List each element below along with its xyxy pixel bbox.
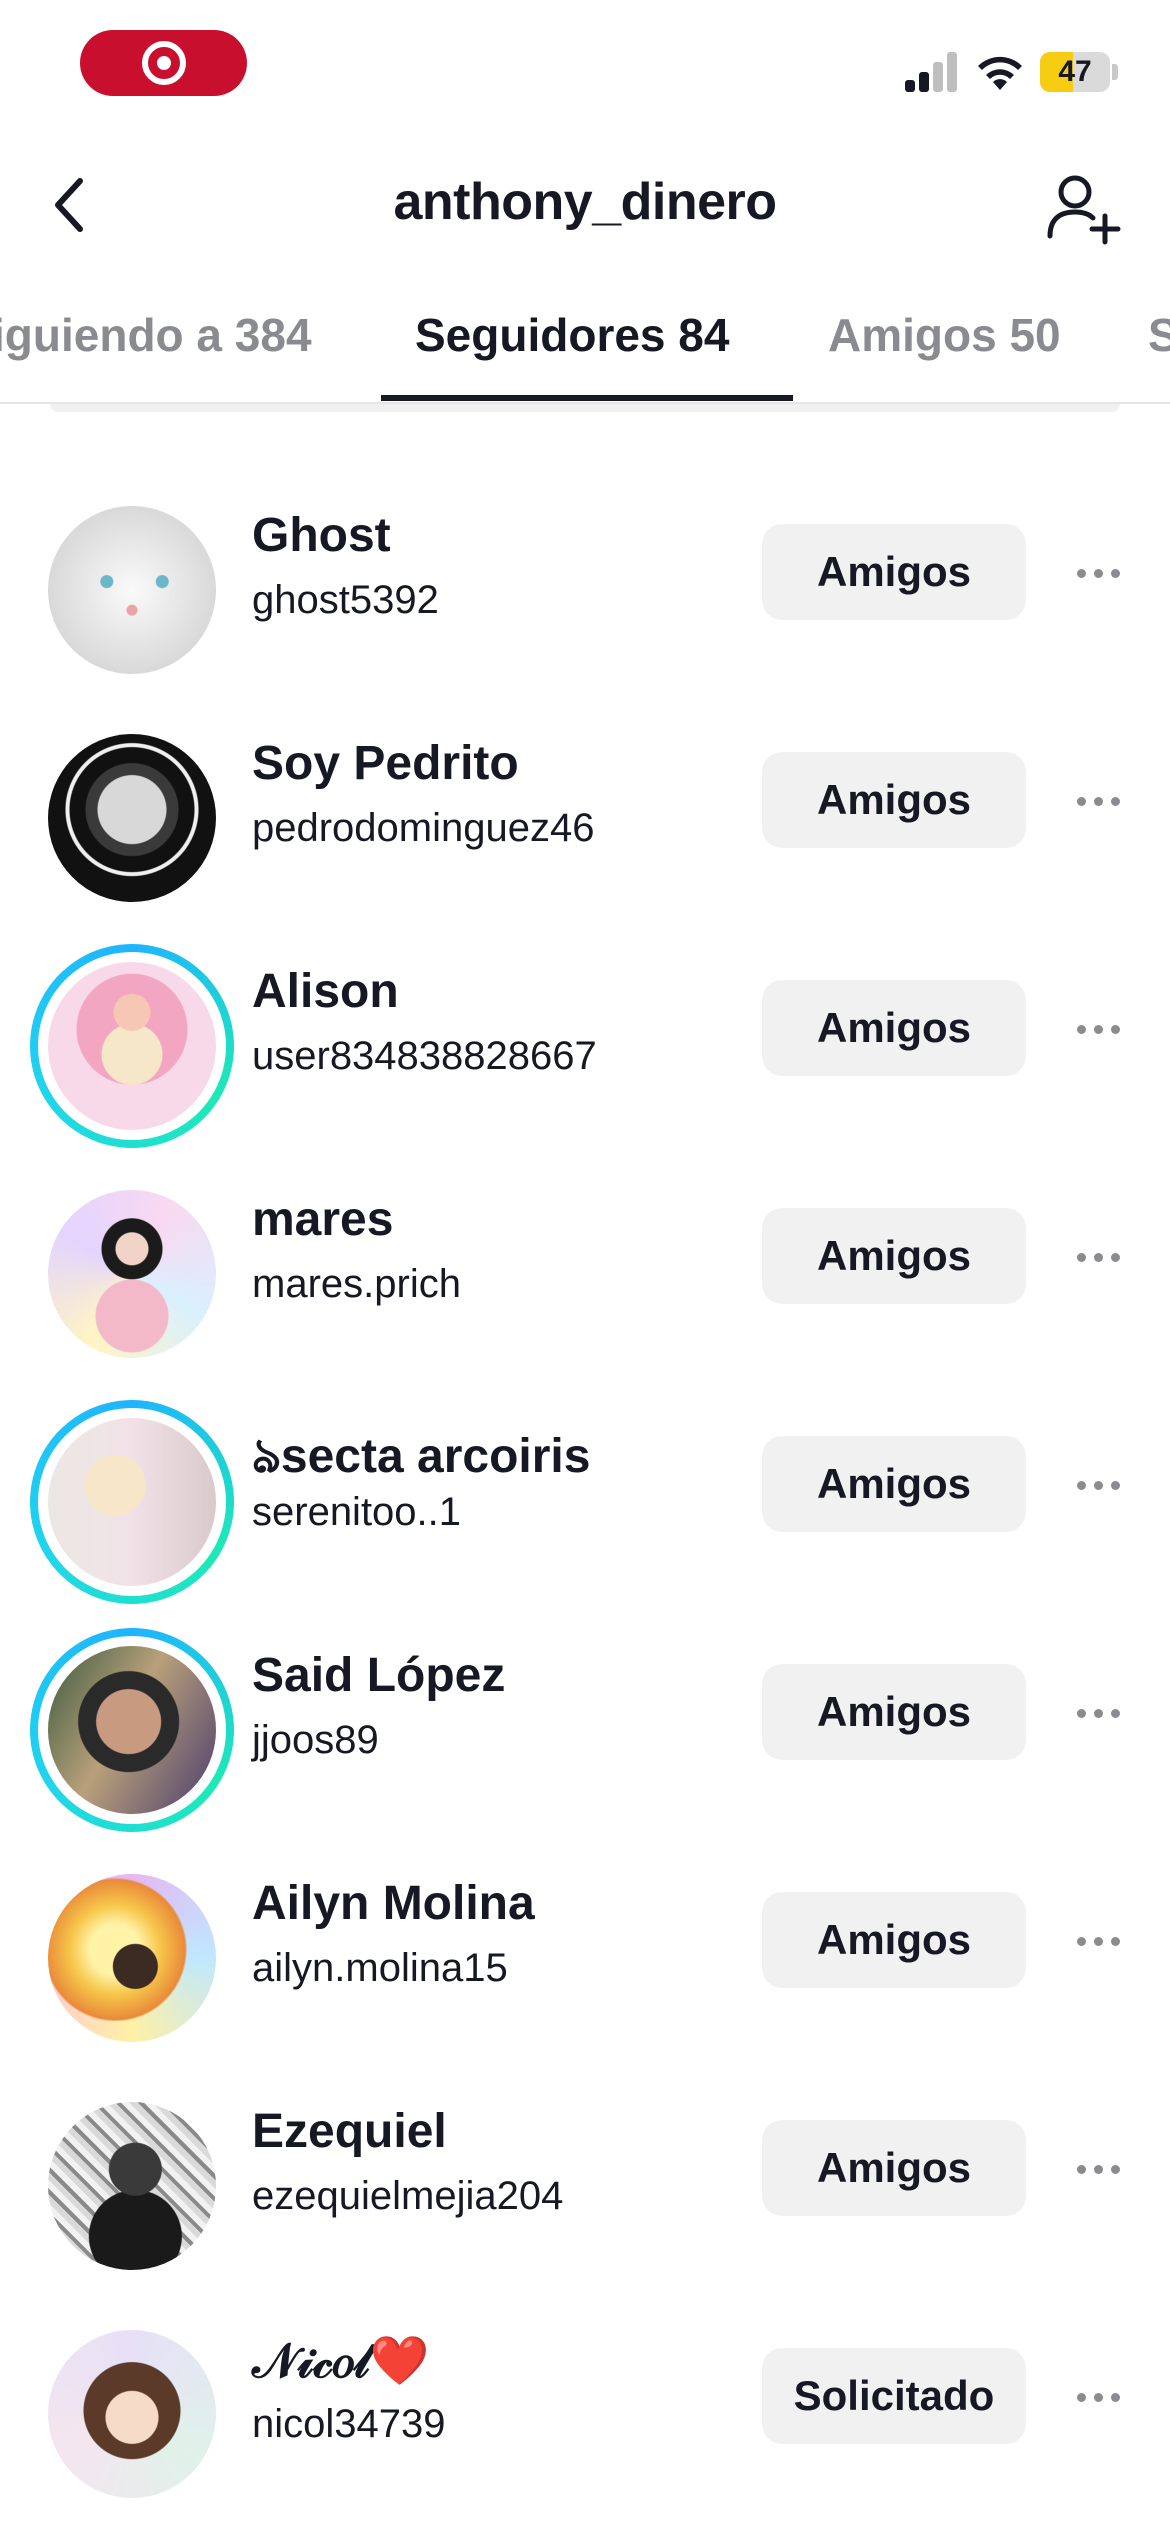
friends-button[interactable]: Amigos	[762, 1208, 1026, 1304]
status-bar: 47	[0, 0, 1170, 130]
list-item[interactable]: mares mares.prich Amigos	[0, 1144, 1170, 1372]
friends-button[interactable]: Amigos	[762, 1436, 1026, 1532]
friends-button[interactable]: Amigos	[762, 524, 1026, 620]
avatar[interactable]	[30, 1856, 234, 2060]
followers-screen: 47 anthony_dinero iguiendo a 384 Seguido…	[0, 0, 1170, 2532]
username: mares.prich	[252, 1262, 461, 1306]
tab-following[interactable]: iguiendo a 384	[0, 308, 312, 362]
display-name: Soy Pedrito	[252, 737, 519, 790]
more-icon	[1076, 2164, 1120, 2174]
list-item[interactable]: ঌsecta arcoiris serenitoo..1 Amigos	[0, 1372, 1170, 1604]
battery-icon: 47	[1040, 52, 1110, 92]
username: user834838828667	[252, 1034, 597, 1078]
more-options-button[interactable]	[1068, 1460, 1128, 1510]
display-name: Ezequiel	[252, 2105, 447, 2158]
username: nicol34739	[252, 2402, 446, 2446]
more-options-button[interactable]	[1068, 1916, 1128, 1966]
add-user-icon	[1047, 175, 1121, 245]
more-options-button[interactable]	[1068, 2144, 1128, 2194]
more-icon	[1076, 1480, 1120, 1490]
battery-tip	[1112, 64, 1118, 80]
list-item[interactable]: Alison user834838828667 Amigos	[0, 916, 1170, 1148]
more-options-button[interactable]	[1068, 548, 1128, 598]
username: pedrodominguez46	[252, 806, 595, 850]
list-item[interactable]: Soy Pedrito pedrodominguez46 Amigos	[0, 688, 1170, 916]
display-name: Alison	[252, 965, 399, 1018]
display-name: ঌsecta arcoiris	[252, 1430, 591, 1483]
top-bar: anthony_dinero	[0, 150, 1170, 265]
avatar[interactable]	[30, 944, 234, 1148]
friends-button[interactable]: Amigos	[762, 1892, 1026, 1988]
friends-button[interactable]: Amigos	[762, 1664, 1026, 1760]
avatar[interactable]	[30, 1628, 234, 1832]
avatar[interactable]	[30, 1172, 234, 1376]
active-tab-indicator	[381, 395, 793, 401]
tab-followers[interactable]: Seguidores 84	[415, 308, 729, 362]
cellular-signal-icon	[905, 52, 957, 92]
battery-level: 47	[1058, 55, 1092, 88]
friends-button[interactable]: Amigos	[762, 980, 1026, 1076]
tab-bar: iguiendo a 384 Seguidores 84 Amigos 50 S	[0, 290, 1170, 404]
display-name: mares	[252, 1193, 394, 1246]
avatar[interactable]	[30, 2084, 234, 2288]
list-item[interactable]: Ezequiel ezequielmejia204 Amigos	[0, 2056, 1170, 2284]
avatar[interactable]	[30, 2312, 234, 2516]
list-item[interactable]: 𝒩𝒾𝒸𝑜𝓁❤️ nicol34739 Solicitado	[0, 2284, 1170, 2512]
display-name: Ailyn Molina	[252, 1877, 535, 1930]
list-item[interactable]: Ailyn Molina ailyn.molina15 Amigos	[0, 1828, 1170, 2056]
requested-button[interactable]: Solicitado	[762, 2348, 1026, 2444]
tabs-divider	[50, 404, 1120, 412]
more-icon	[1076, 1252, 1120, 1262]
tab-friends[interactable]: Amigos 50	[828, 308, 1061, 362]
username: ailyn.molina15	[252, 1946, 508, 1990]
display-name: Ghost	[252, 509, 391, 562]
avatar[interactable]	[30, 716, 234, 920]
more-icon	[1076, 2392, 1120, 2402]
more-icon	[1076, 568, 1120, 578]
username: ezequielmejia204	[252, 2174, 564, 2218]
friends-button[interactable]: Amigos	[762, 2120, 1026, 2216]
list-item[interactable]: Said López jjoos89 Amigos	[0, 1600, 1170, 1832]
username: jjoos89	[252, 1718, 379, 1762]
display-name: Said López	[252, 1649, 506, 1702]
wifi-icon	[978, 56, 1022, 90]
add-friend-button[interactable]	[1040, 165, 1130, 255]
more-options-button[interactable]	[1068, 1232, 1128, 1282]
more-icon	[1076, 1708, 1120, 1718]
friends-button[interactable]: Amigos	[762, 752, 1026, 848]
more-icon	[1076, 1024, 1120, 1034]
avatar[interactable]	[30, 1400, 234, 1604]
username: ghost5392	[252, 578, 439, 622]
username: serenitoo..1	[252, 1490, 462, 1534]
more-options-button[interactable]	[1068, 776, 1128, 826]
avatar[interactable]	[30, 488, 234, 692]
list-item[interactable]: Ghost ghost5392 Amigos	[0, 460, 1170, 688]
more-options-button[interactable]	[1068, 1688, 1128, 1738]
tab-suggested[interactable]: S	[1148, 308, 1170, 362]
more-options-button[interactable]	[1068, 2372, 1128, 2422]
display-name: 𝒩𝒾𝒸𝑜𝓁❤️	[252, 2335, 430, 2388]
screen-recording-indicator[interactable]	[80, 30, 247, 96]
more-icon	[1076, 796, 1120, 806]
page-title: anthony_dinero	[393, 173, 777, 231]
more-options-button[interactable]	[1068, 1004, 1128, 1054]
record-icon	[141, 41, 186, 85]
more-icon	[1076, 1936, 1120, 1946]
